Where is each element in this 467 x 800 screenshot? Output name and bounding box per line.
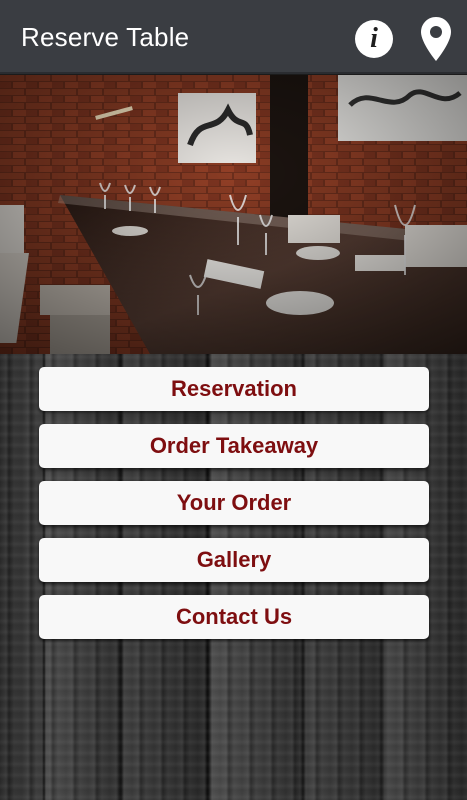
reservation-button[interactable]: Reservation: [39, 367, 429, 411]
hero-restaurant-photo: [0, 75, 467, 354]
gallery-button-label: Gallery: [196, 547, 272, 572]
app-bar: Reserve Table i: [0, 0, 467, 74]
your-order-button-label: Your Order: [176, 490, 292, 515]
your-order-button[interactable]: Your Order: [39, 481, 429, 525]
contact-us-button-label: Contact Us: [175, 604, 293, 629]
reservation-button-label: Reservation: [171, 376, 297, 401]
app-title: Reserve Table: [21, 22, 190, 52]
location-pin-icon[interactable]: [420, 16, 452, 62]
gallery-button[interactable]: Gallery: [39, 538, 429, 582]
order-takeaway-button[interactable]: Order Takeaway: [39, 424, 429, 468]
main-menu: Reservation Order Takeaway Your Order Ga…: [39, 367, 429, 652]
contact-us-button[interactable]: Contact Us: [39, 595, 429, 639]
info-icon[interactable]: i: [355, 20, 393, 58]
order-takeaway-button-label: Order Takeaway: [149, 433, 319, 458]
